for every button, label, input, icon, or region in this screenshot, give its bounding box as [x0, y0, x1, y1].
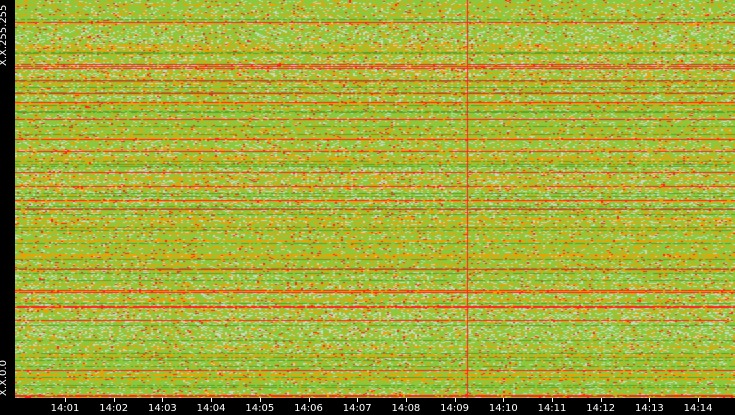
x-tick-label: 14:07 [342, 403, 372, 414]
x-tick-label: 14:04 [196, 403, 226, 414]
x-tick-label: 14:10 [488, 403, 518, 414]
x-tick [65, 398, 66, 402]
x-tick [113, 398, 115, 402]
x-tick-label: 14:12 [586, 403, 616, 414]
x-tick [454, 398, 456, 402]
x-tick-label: 14:02 [99, 403, 129, 414]
x-tick [211, 398, 213, 402]
x-tick [552, 398, 553, 402]
x-tick [357, 398, 359, 402]
x-tick [162, 398, 164, 402]
x-tick-label: 14:03 [147, 403, 177, 414]
x-tick-label: 14:06 [294, 403, 323, 414]
x-tick [600, 398, 602, 402]
heatmap-area [15, 0, 735, 398]
y-tick-label-bottom: X.X.0.0 [0, 360, 9, 396]
x-tick-label: 14:13 [634, 403, 664, 414]
heatmap-chart: X.X.255.255 X.X.0.0 14:01 14:02 14:03 14:04… [0, 0, 735, 415]
x-tick [405, 398, 407, 402]
x-tick-label: 14:14 [683, 403, 713, 414]
x-tick [698, 398, 700, 402]
x-tick-label: 14:05 [245, 403, 275, 414]
y-tick-label-top: X.X.255.255 [0, 4, 9, 66]
x-tick [259, 398, 261, 402]
x-tick [308, 398, 310, 402]
x-tick-label: 14:09 [440, 403, 470, 414]
x-tick [649, 398, 651, 402]
x-tick-label: 14:01 [50, 403, 80, 414]
x-tick-label: 14:11 [537, 403, 567, 414]
x-tick-label: 14:08 [391, 403, 421, 414]
x-tick [503, 398, 505, 402]
